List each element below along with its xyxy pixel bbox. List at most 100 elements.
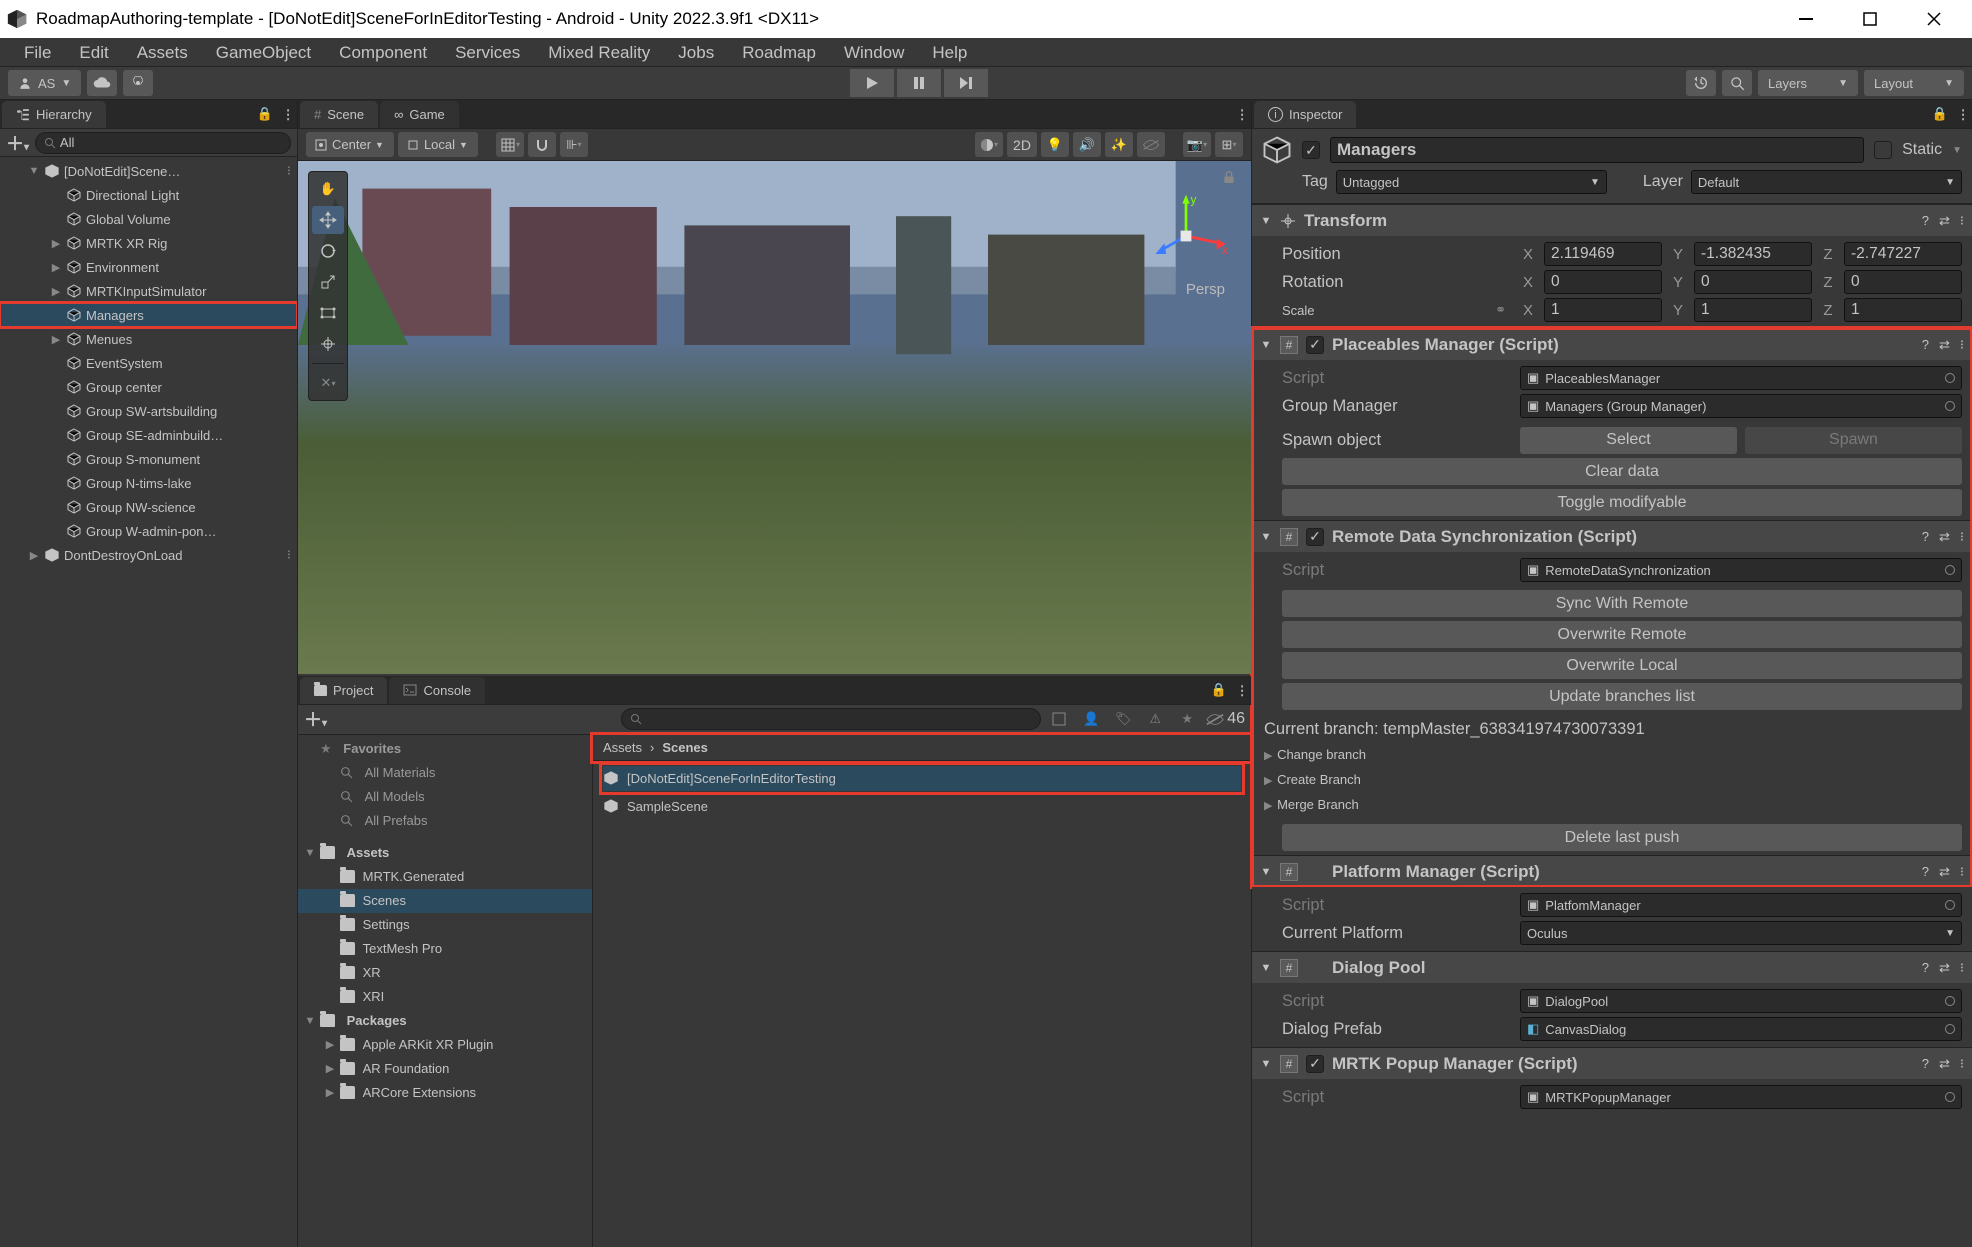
- tree-row[interactable]: ▶ AR Foundation: [298, 1057, 592, 1081]
- lighting-toggle[interactable]: 💡: [1041, 132, 1069, 157]
- panel-menu-icon[interactable]: ⁝: [1239, 105, 1245, 126]
- tree-row[interactable]: ▼ Assets: [298, 841, 592, 865]
- tree-row[interactable]: ▶DontDestroyOnLoad⁝: [0, 543, 297, 567]
- tree-row[interactable]: Group W-admin-pon…: [0, 519, 297, 543]
- layer-dropdown[interactable]: Default▼: [1691, 170, 1962, 194]
- transform-tool[interactable]: [312, 330, 344, 358]
- dialog-prefab-field[interactable]: ◧CanvasDialog: [1520, 1017, 1962, 1041]
- menu-assets[interactable]: Assets: [123, 38, 202, 67]
- play-button[interactable]: [850, 69, 895, 97]
- clear-data-button[interactable]: Clear data: [1282, 458, 1962, 485]
- select-button[interactable]: Select: [1520, 427, 1737, 454]
- project-assets[interactable]: [DoNotEdit]SceneForInEditorTesting Sampl…: [593, 761, 1251, 1247]
- scene-view[interactable]: ✋ ✕▾ y x Persp: [298, 161, 1251, 674]
- help-icon[interactable]: ?: [1922, 1056, 1929, 1072]
- visibility-toggle[interactable]: [1137, 132, 1165, 157]
- snap-increment-button[interactable]: ⊪▾: [560, 132, 588, 157]
- static-checkbox[interactable]: [1874, 141, 1892, 159]
- pos-x[interactable]: 2.119469: [1544, 242, 1662, 266]
- tab-project[interactable]: Project: [300, 677, 387, 704]
- minimize-button[interactable]: [1774, 0, 1838, 38]
- help-icon[interactable]: ?: [1922, 529, 1929, 545]
- tree-row[interactable]: ▶ ARCore Extensions: [298, 1081, 592, 1105]
- tree-row[interactable]: ▶Environment: [0, 255, 297, 279]
- more-icon[interactable]: ⁝: [1960, 213, 1964, 229]
- settings-button[interactable]: [123, 70, 153, 96]
- tree-row[interactable]: Directional Light: [0, 183, 297, 207]
- merge-branch[interactable]: ▶ Merge Branch: [1264, 795, 1962, 814]
- filter-type-button[interactable]: [1045, 707, 1073, 732]
- panel-lock-icon[interactable]: 🔒: [257, 106, 273, 122]
- more-icon[interactable]: ⁝: [1960, 864, 1964, 880]
- menu-roadmap[interactable]: Roadmap: [728, 38, 830, 67]
- static-dropdown[interactable]: ▼: [1952, 145, 1962, 156]
- filter-label-button[interactable]: 🏷: [1109, 707, 1137, 732]
- component-enabled[interactable]: ✓: [1306, 1055, 1324, 1073]
- placeables-header[interactable]: ▼ # ✓ Placeables Manager (Script) ?⇄⁝: [1252, 328, 1972, 360]
- hierarchy-search[interactable]: All: [35, 132, 291, 154]
- menu-file[interactable]: File: [10, 38, 65, 67]
- move-tool[interactable]: [312, 206, 344, 234]
- custom-tool[interactable]: ✕▾: [312, 369, 344, 397]
- pivot-dropdown[interactable]: Center▼: [306, 132, 394, 157]
- tree-row[interactable]: XR: [298, 961, 592, 985]
- 2d-toggle[interactable]: 2D: [1007, 132, 1037, 157]
- asset-item[interactable]: [DoNotEdit]SceneForInEditorTesting: [603, 766, 1241, 791]
- maximize-button[interactable]: [1838, 0, 1902, 38]
- fx-toggle[interactable]: ✨: [1105, 132, 1133, 157]
- tab-game[interactable]: ∞Game: [380, 101, 459, 128]
- panel-menu-icon[interactable]: ⁝: [285, 105, 291, 126]
- favorite-button[interactable]: ★: [1173, 707, 1201, 732]
- tree-row[interactable]: All Models: [298, 785, 592, 809]
- toggle-modifyable-button[interactable]: Toggle modifyable: [1282, 489, 1962, 516]
- help-icon[interactable]: ?: [1922, 213, 1929, 229]
- snap-button[interactable]: [528, 132, 556, 157]
- tree-row[interactable]: ▼ Packages: [298, 1009, 592, 1033]
- component-enabled[interactable]: ✓: [1306, 336, 1324, 354]
- tree-row[interactable]: ★ Favorites: [298, 737, 592, 761]
- preset-icon[interactable]: ⇄: [1939, 960, 1950, 976]
- scene-lock-icon[interactable]: [1221, 169, 1237, 185]
- menu-edit[interactable]: Edit: [65, 38, 122, 67]
- platform-header[interactable]: ▼ # Platform Manager (Script) ?⇄⁝: [1252, 855, 1972, 887]
- help-icon[interactable]: ?: [1922, 960, 1929, 976]
- close-button[interactable]: [1902, 0, 1966, 38]
- camera-button[interactable]: 📷▾: [1183, 132, 1211, 157]
- transform-header[interactable]: ▼ Transform ?⇄⁝: [1252, 204, 1972, 236]
- delete-last-push-button[interactable]: Delete last push: [1282, 824, 1962, 851]
- tree-row[interactable]: EventSystem: [0, 351, 297, 375]
- project-search[interactable]: [621, 708, 1041, 730]
- gizmo-dropdown[interactable]: ⊞▾: [1215, 132, 1243, 157]
- more-icon[interactable]: ⁝: [1960, 960, 1964, 976]
- cloud-button[interactable]: [87, 70, 117, 96]
- update-branches-button[interactable]: Update branches list: [1282, 683, 1962, 710]
- tree-row[interactable]: All Materials: [298, 761, 592, 785]
- layers-dropdown[interactable]: Layers▼: [1758, 70, 1858, 96]
- popup-header[interactable]: ▼ # ✓ MRTK Popup Manager (Script) ?⇄⁝: [1252, 1047, 1972, 1079]
- tag-dropdown[interactable]: Untagged▼: [1336, 170, 1607, 194]
- tree-row[interactable]: All Prefabs: [298, 809, 592, 833]
- scale-x[interactable]: 1: [1544, 298, 1662, 322]
- menu-window[interactable]: Window: [830, 38, 918, 67]
- global-search-button[interactable]: [1722, 70, 1752, 96]
- dialogpool-header[interactable]: ▼ # Dialog Pool ?⇄⁝: [1252, 951, 1972, 983]
- create-button[interactable]: ＋▾: [6, 130, 29, 156]
- more-icon[interactable]: ⁝: [1960, 337, 1964, 353]
- snap-grid-button[interactable]: ▾: [496, 132, 524, 157]
- menu-gameobject[interactable]: GameObject: [202, 38, 325, 67]
- rot-y[interactable]: 0: [1694, 270, 1812, 294]
- axis-gizmo[interactable]: y x: [1141, 191, 1231, 281]
- persp-label[interactable]: Persp: [1186, 281, 1225, 298]
- tree-row[interactable]: Scenes: [298, 889, 592, 913]
- step-button[interactable]: [944, 69, 989, 97]
- tree-row[interactable]: ▶ Apple ARKit XR Plugin: [298, 1033, 592, 1057]
- tree-row[interactable]: ▶MRTKInputSimulator: [0, 279, 297, 303]
- breadcrumb-item[interactable]: Scenes: [662, 740, 708, 755]
- rot-z[interactable]: 0: [1844, 270, 1962, 294]
- more-icon[interactable]: ⁝: [1960, 1056, 1964, 1072]
- tree-row[interactable]: Settings: [298, 913, 592, 937]
- spawn-button[interactable]: Spawn: [1745, 427, 1962, 454]
- tree-row[interactable]: ▼[DoNotEdit]Scene…⁝: [0, 159, 297, 183]
- sync-remote-button[interactable]: Sync With Remote: [1282, 590, 1962, 617]
- component-enabled[interactable]: ✓: [1306, 528, 1324, 546]
